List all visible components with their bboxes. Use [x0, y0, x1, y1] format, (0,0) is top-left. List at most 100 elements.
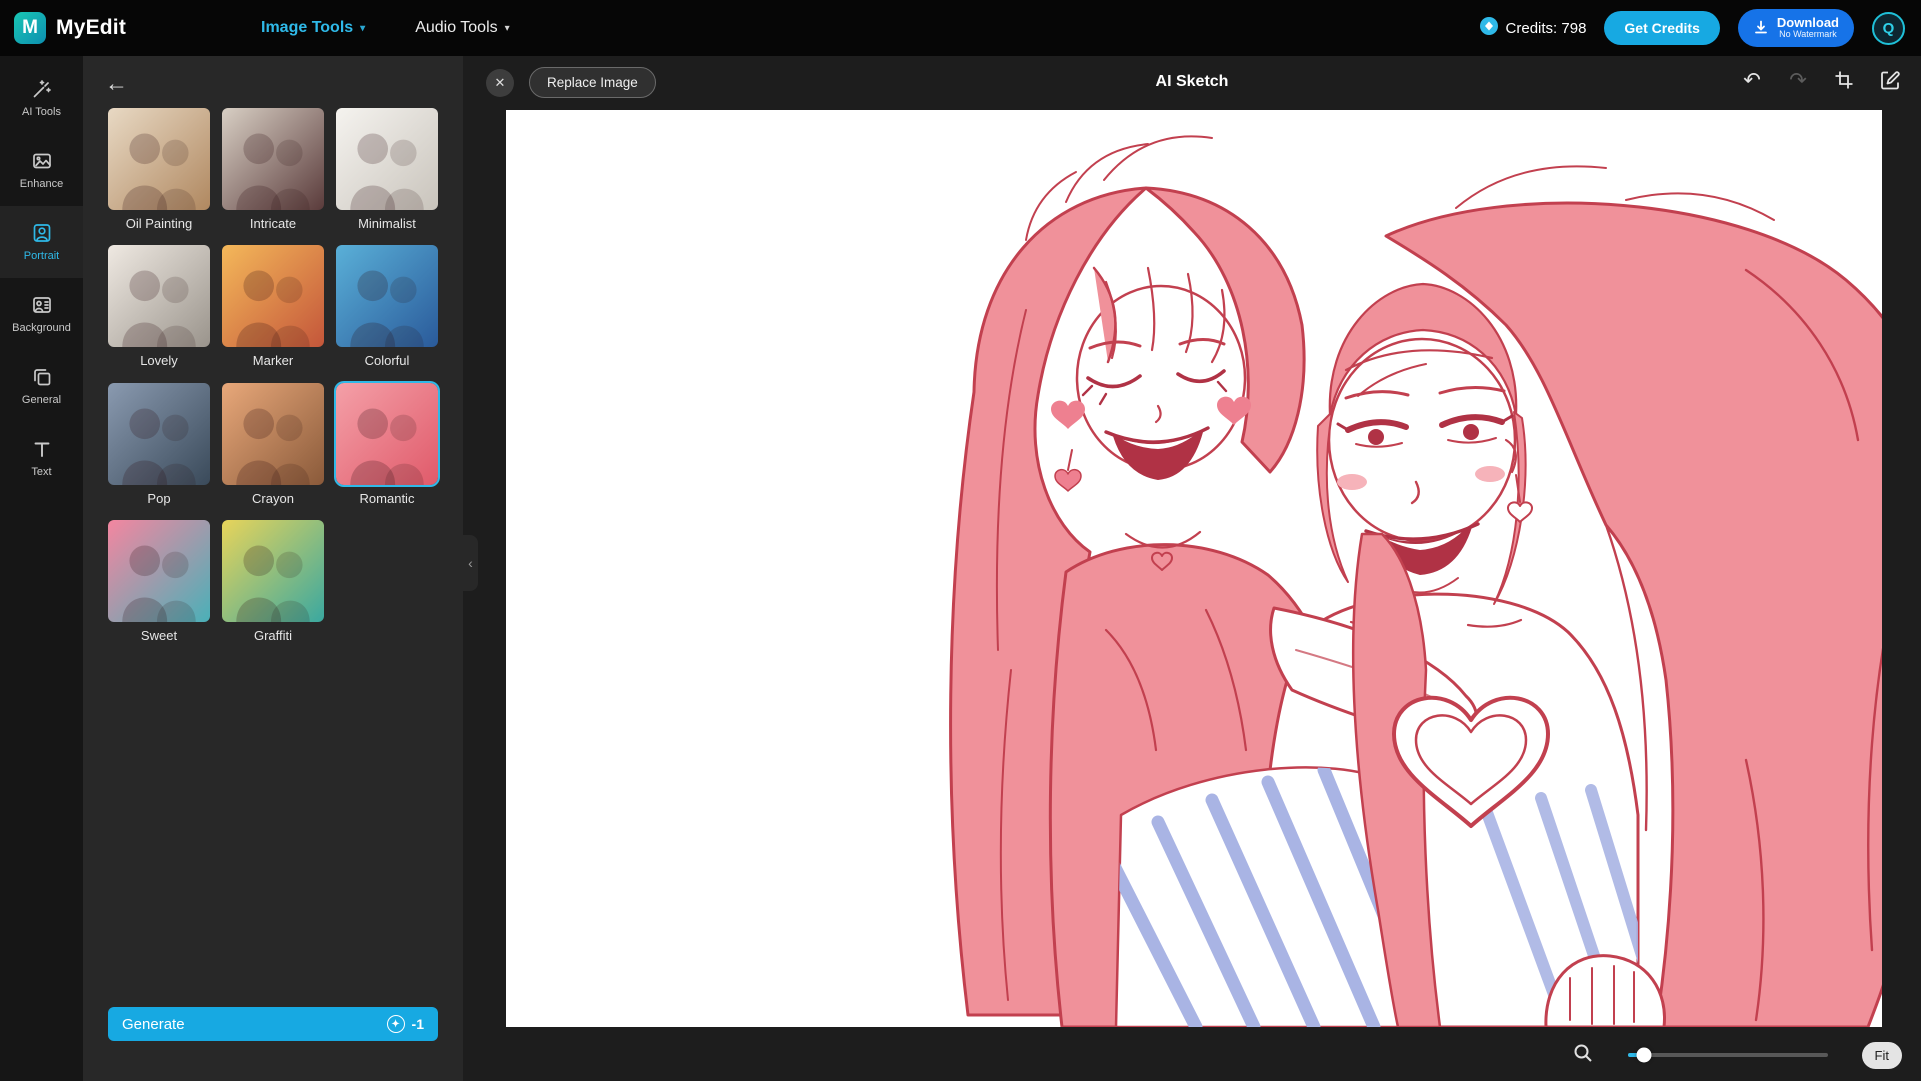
- style-option-romantic[interactable]: Romantic: [336, 383, 438, 506]
- brand[interactable]: M MyEdit: [0, 12, 126, 44]
- style-label: Oil Painting: [108, 217, 210, 231]
- style-label: Sweet: [108, 629, 210, 643]
- zoom-search-icon[interactable]: [1572, 1042, 1594, 1069]
- credits-display[interactable]: Credits: 798: [1480, 17, 1587, 39]
- style-thumbnail: [108, 383, 210, 485]
- sidebar-item-ai-tools[interactable]: AI Tools: [0, 62, 83, 134]
- style-option-graffiti[interactable]: Graffiti: [222, 520, 324, 643]
- sidebar-item-background[interactable]: Background: [0, 278, 83, 350]
- myedit-app: M MyEdit Image Tools ▾ Audio Tools ▾ Cre…: [0, 0, 1921, 1081]
- tools-sidebar: AI Tools Enhance Portrait Background General…: [0, 56, 83, 1081]
- text-icon: [31, 438, 53, 460]
- get-credits-button[interactable]: Get Credits: [1604, 11, 1719, 45]
- nav-image-tools-label: Image Tools: [261, 19, 353, 37]
- fit-button[interactable]: Fit: [1862, 1042, 1902, 1069]
- close-button[interactable]: ✕: [486, 69, 514, 97]
- sidebar-item-general[interactable]: General: [0, 350, 83, 422]
- style-thumbnail: [222, 108, 324, 210]
- style-option-intricate[interactable]: Intricate: [222, 108, 324, 231]
- style-option-oil-painting[interactable]: Oil Painting: [108, 108, 210, 231]
- crop-button[interactable]: [1831, 67, 1857, 93]
- style-option-colorful[interactable]: Colorful: [336, 245, 438, 368]
- sidebar-item-text[interactable]: Text: [0, 422, 83, 494]
- topbar: M MyEdit Image Tools ▾ Audio Tools ▾ Cre…: [0, 0, 1921, 56]
- style-thumbnail: [336, 383, 438, 485]
- style-label: Lovely: [108, 354, 210, 368]
- canvas-header-icons: ↶ ↷: [1739, 67, 1903, 93]
- generate-cost: ✦ -1: [387, 1015, 424, 1033]
- topbar-right: Credits: 798 Get Credits Download No Wat…: [1480, 9, 1921, 47]
- redo-button[interactable]: ↷: [1785, 67, 1811, 93]
- sidebar-item-label: Enhance: [20, 178, 63, 190]
- editor-workspace: ✕ Replace Image AI Sketch ↶ ↷: [463, 56, 1921, 1081]
- credits-label: Credits: 798: [1506, 20, 1587, 37]
- style-thumbnail: [222, 383, 324, 485]
- style-label: Pop: [108, 492, 210, 506]
- download-text: Download No Watermark: [1777, 16, 1839, 40]
- style-option-pop[interactable]: Pop: [108, 383, 210, 506]
- style-label: Marker: [222, 354, 324, 368]
- collapse-panel-handle[interactable]: ‹: [463, 535, 478, 591]
- sidebar-item-label: Text: [31, 466, 51, 478]
- generate-label: Generate: [122, 1016, 185, 1033]
- ai-sketch-illustration: [506, 110, 1882, 1027]
- style-option-sweet[interactable]: Sweet: [108, 520, 210, 643]
- style-thumbnail: [222, 245, 324, 347]
- portrait-icon: [31, 222, 53, 244]
- style-label: Crayon: [222, 492, 324, 506]
- style-grid: Oil Painting Intricate Minimalist Lovely Mar…: [108, 108, 438, 643]
- style-thumbnail: [108, 108, 210, 210]
- sidebar-item-label: Portrait: [24, 250, 59, 262]
- generate-button[interactable]: Generate ✦ -1: [108, 1007, 438, 1041]
- back-button[interactable]: ←: [105, 72, 128, 95]
- style-label: Graffiti: [222, 629, 324, 643]
- nav-audio-tools[interactable]: Audio Tools ▾: [415, 19, 509, 37]
- enhance-icon: [31, 150, 53, 172]
- zoom-slider-knob[interactable]: [1636, 1048, 1651, 1063]
- style-option-marker[interactable]: Marker: [222, 245, 324, 368]
- download-sublabel: No Watermark: [1779, 30, 1837, 40]
- sidebar-item-label: AI Tools: [22, 106, 61, 118]
- myedit-logo-icon: M: [14, 12, 46, 44]
- download-button[interactable]: Download No Watermark: [1738, 9, 1854, 47]
- style-label: Minimalist: [336, 217, 438, 231]
- zoom-slider[interactable]: [1628, 1053, 1828, 1057]
- sketch-tool-button[interactable]: [1877, 67, 1903, 93]
- style-option-crayon[interactable]: Crayon: [222, 383, 324, 506]
- style-option-minimalist[interactable]: Minimalist: [336, 108, 438, 231]
- portrait-styles-panel: ← Oil Painting Intricate Minimalist Lovely M…: [83, 56, 463, 1081]
- sidebar-item-portrait[interactable]: Portrait: [0, 206, 83, 278]
- sparkle-icon: ✦: [387, 1015, 405, 1033]
- generate-cost-value: -1: [412, 1016, 424, 1032]
- style-label: Colorful: [336, 354, 438, 368]
- replace-image-button[interactable]: Replace Image: [529, 67, 656, 98]
- style-thumbnail: [108, 520, 210, 622]
- style-label: Intricate: [222, 217, 324, 231]
- style-thumbnail: [108, 245, 210, 347]
- undo-button[interactable]: ↶: [1739, 67, 1765, 93]
- brand-name: MyEdit: [56, 16, 126, 40]
- chevron-down-icon: ▾: [505, 23, 510, 34]
- download-icon: [1753, 19, 1769, 38]
- image-canvas[interactable]: [506, 110, 1882, 1027]
- sidebar-item-enhance[interactable]: Enhance: [0, 134, 83, 206]
- sidebar-item-label: Background: [12, 322, 71, 334]
- top-navigation: Image Tools ▾ Audio Tools ▾: [261, 0, 510, 56]
- user-avatar[interactable]: Q: [1872, 12, 1905, 45]
- style-thumbnail: [336, 245, 438, 347]
- general-icon: [31, 366, 53, 388]
- chevron-down-icon: ▾: [360, 23, 365, 34]
- style-thumbnail: [222, 520, 324, 622]
- credits-gem-icon: [1480, 17, 1498, 39]
- style-thumbnail: [336, 108, 438, 210]
- nav-image-tools[interactable]: Image Tools ▾: [261, 19, 365, 37]
- wand-icon: [31, 78, 53, 100]
- download-label: Download: [1777, 16, 1839, 30]
- zoom-controls: Fit: [1572, 1040, 1902, 1070]
- style-label: Romantic: [336, 492, 438, 506]
- nav-audio-tools-label: Audio Tools: [415, 19, 497, 37]
- style-option-lovely[interactable]: Lovely: [108, 245, 210, 368]
- background-icon: [31, 294, 53, 316]
- sidebar-item-label: General: [22, 394, 61, 406]
- canvas-title: AI Sketch: [463, 73, 1921, 91]
